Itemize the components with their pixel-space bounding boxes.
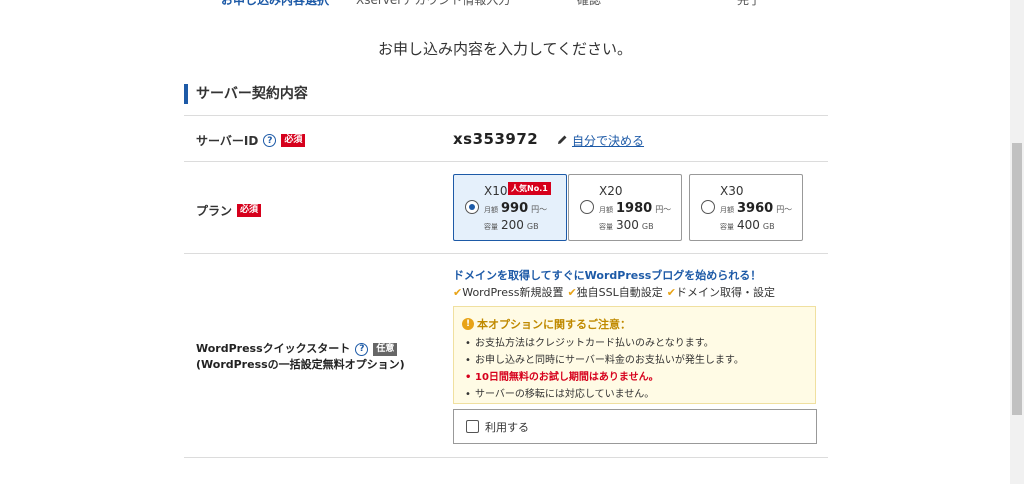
use-option-checkbox-row[interactable]: 利用する: [453, 409, 817, 444]
step-1: お申し込み内容選択: [221, 0, 330, 7]
server-id-value: xs353972: [453, 130, 539, 148]
section-title: サーバー契約内容: [184, 84, 308, 104]
plan-option-x10[interactable]: X10 人気No.1 月額 990 円～ 容量 200 GB: [453, 174, 567, 241]
price-row: 月額 1980 円～: [599, 201, 671, 216]
step-2: Xserverアカウント情報入力: [356, 0, 511, 7]
plan-capacity: 300: [616, 218, 639, 232]
server-id-label: サーバーID ? 必須: [196, 132, 306, 149]
notice-item-emphasis: 10日間無料のお試し期間はありません。: [462, 369, 807, 386]
divider: [184, 253, 828, 254]
wordpress-label-line1: WordPressクイックスタート: [196, 342, 351, 355]
plan-label-text: プラン: [196, 204, 233, 218]
price-unit: 円～: [655, 205, 672, 214]
page: お申し込み内容選択 Xserverアカウント情報入力 確認 完了 お申し込み内容…: [0, 0, 1024, 484]
notice-item: サーバーの移転には対応していません。: [462, 386, 807, 403]
capacity-row: 容量 200 GB: [484, 218, 539, 232]
feature-item: ✔独自SSL自動設定: [567, 286, 663, 299]
capacity-unit: GB: [641, 222, 654, 231]
capacity-unit: GB: [526, 222, 539, 231]
intro-text: お申し込み内容を入力してください。: [377, 40, 633, 58]
divider: [184, 161, 828, 162]
plan-label: プラン 必須: [196, 202, 262, 219]
price-row: 月額 990 円～: [484, 201, 547, 216]
plan-radio[interactable]: [701, 200, 715, 214]
help-icon[interactable]: ?: [263, 134, 277, 147]
use-option-label[interactable]: 利用する: [485, 419, 529, 435]
capacity-row: 容量 400 GB: [720, 218, 775, 232]
plan-option-x20[interactable]: X20 月額 1980 円～ 容量 300 GB: [568, 174, 682, 241]
help-icon[interactable]: ?: [355, 342, 369, 356]
required-badge: 必須: [281, 134, 306, 147]
server-id-label-text: サーバーID: [196, 134, 259, 148]
divider: [184, 115, 828, 116]
price-unit: 円～: [531, 205, 548, 214]
choose-server-id-link[interactable]: 自分で決める: [557, 132, 644, 149]
price-row: 月額 3960 円～: [720, 201, 792, 216]
wordpress-features: ✔WordPress新規設置 ✔独自SSL自動設定 ✔ドメイン取得・設定: [453, 284, 775, 300]
plan-radio[interactable]: [580, 200, 594, 214]
step-4: 完了: [737, 0, 762, 7]
capacity-label: 容量: [720, 223, 734, 231]
use-option-checkbox[interactable]: [466, 420, 479, 433]
wordpress-label-line2: (WordPressの一括設定無料オプション): [196, 358, 405, 371]
plan-name: X20: [599, 184, 623, 198]
pencil-icon: [557, 134, 568, 148]
required-badge: 必須: [237, 204, 262, 217]
step-indicator: お申し込み内容選択 Xserverアカウント情報入力 確認 完了: [0, 0, 1010, 7]
plan-option-x30[interactable]: X30 月額 3960 円～ 容量 400 GB: [689, 174, 803, 241]
feature-item: ✔ドメイン取得・設定: [666, 286, 775, 299]
plan-name: X30: [720, 184, 744, 198]
plan-price: 990: [501, 201, 529, 216]
price-unit: 円～: [776, 205, 793, 214]
plan-radio[interactable]: [465, 200, 479, 214]
wordpress-quickstart-label: WordPressクイックスタート ? 任意 (WordPressの一括設定無料…: [196, 341, 405, 373]
plan-capacity: 200: [501, 218, 524, 232]
scrollbar-thumb[interactable]: [1012, 143, 1022, 415]
notice-list: お支払方法はクレジットカード払いのみとなります。 お申し込みと同時にサーバー料金…: [462, 335, 807, 403]
option-notice-box: ! 本オプションに関するご注意： お支払方法はクレジットカード払いのみとなります…: [453, 306, 816, 404]
vertical-scrollbar[interactable]: [1010, 0, 1024, 484]
optional-badge: 任意: [373, 342, 398, 356]
divider: [184, 457, 828, 458]
monthly-label: 月額: [720, 206, 734, 214]
notice-title: ! 本オプションに関するご注意：: [462, 316, 807, 332]
capacity-label: 容量: [484, 223, 498, 231]
popular-badge: 人気No.1: [508, 182, 551, 195]
capacity-row: 容量 300 GB: [599, 218, 654, 232]
check-icon: ✔: [666, 286, 676, 299]
plan-name: X10: [484, 184, 508, 198]
plan-price: 3960: [737, 201, 774, 216]
warning-icon: !: [462, 318, 474, 330]
monthly-label: 月額: [484, 206, 498, 214]
plan-price: 1980: [616, 201, 653, 216]
choose-link-text[interactable]: 自分で決める: [572, 132, 644, 149]
feature-item: ✔WordPress新規設置: [453, 286, 564, 299]
capacity-unit: GB: [762, 222, 775, 231]
monthly-label: 月額: [599, 206, 613, 214]
step-3: 確認: [577, 0, 602, 7]
check-icon: ✔: [567, 286, 577, 299]
check-icon: ✔: [453, 286, 463, 299]
notice-item: お支払方法はクレジットカード払いのみとなります。: [462, 335, 807, 352]
wordpress-headline: ドメインを取得してすぐにWordPressブログを始められる！: [453, 269, 762, 282]
capacity-label: 容量: [599, 223, 613, 231]
notice-item: お申し込みと同時にサーバー料金のお支払いが発生します。: [462, 352, 807, 369]
plan-capacity: 400: [737, 218, 760, 232]
